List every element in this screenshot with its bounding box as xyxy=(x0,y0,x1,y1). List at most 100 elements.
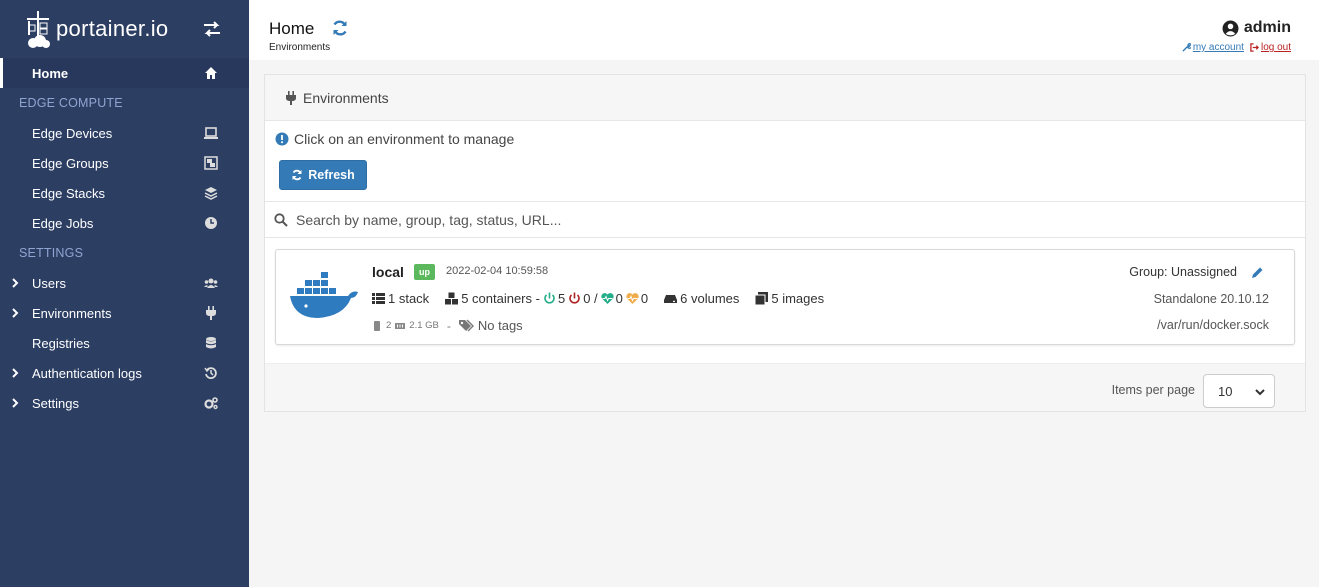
users-icon xyxy=(204,278,218,288)
plug-icon xyxy=(206,306,216,320)
sidebar-item-authentication-logs[interactable]: Authentication logs xyxy=(0,358,249,388)
clock-icon xyxy=(205,217,217,229)
search-bar xyxy=(265,201,1305,238)
unhealthy-stat: 0 xyxy=(626,291,648,306)
search-input[interactable] xyxy=(296,211,1196,228)
status-badge: up xyxy=(414,264,435,280)
sidebar-item-label: Home xyxy=(32,65,69,81)
page-title: Home xyxy=(269,19,315,38)
sidebar-item-label: Authentication logs xyxy=(32,365,142,381)
history-icon xyxy=(204,367,217,379)
username: admin xyxy=(1243,19,1291,36)
refresh-icon xyxy=(292,169,302,181)
volumes-stat: 6 volumes xyxy=(664,291,739,306)
environment-name: local xyxy=(372,264,404,280)
layers-icon xyxy=(204,187,218,200)
power-off-icon xyxy=(569,292,580,304)
sidebar-header-settings: SETTINGS xyxy=(19,246,84,260)
home-icon xyxy=(205,67,217,79)
sidebar-item-label: Environments xyxy=(32,305,112,321)
sidebar-item-users[interactable]: Users xyxy=(0,268,249,298)
chevron-right-icon xyxy=(12,278,19,288)
tags: No tags xyxy=(458,318,523,333)
tags-icon xyxy=(458,319,474,332)
sidebar-item-edge-devices[interactable]: Edge Devices xyxy=(0,118,249,148)
object-group-icon xyxy=(204,156,218,170)
sidebar-item-label: Users xyxy=(32,275,66,291)
cpu-count: 2 xyxy=(386,320,392,331)
running-count: 5 xyxy=(557,291,566,306)
swap-arrows-icon[interactable] xyxy=(202,20,222,38)
environment-stats: 1 stack 5 containers - 5 0 / 0 0 6 volum… xyxy=(372,291,840,306)
sidebar-item-settings[interactable]: Settings xyxy=(0,388,249,418)
top-header: Home Environments admin my account log o… xyxy=(249,0,1319,60)
chevron-right-icon xyxy=(12,308,19,318)
refresh-icon[interactable] xyxy=(331,19,349,37)
environments-panel: Environments Click on an environment to … xyxy=(264,74,1306,412)
wrench-icon xyxy=(1182,43,1191,52)
heartbeat-icon xyxy=(626,293,639,304)
volumes-count: 6 volumes xyxy=(680,291,740,306)
images-count: 5 images xyxy=(771,291,825,306)
environment-group: Group: Unassigned xyxy=(1129,265,1264,279)
containers-stat: 5 containers - 5 0 / 0 0 xyxy=(445,291,648,306)
user-menu: admin xyxy=(1222,19,1291,37)
items-per-page-select[interactable]: 10 xyxy=(1203,374,1275,408)
info-text: Click on an environment to manage xyxy=(294,131,515,147)
containers-count: 5 containers - xyxy=(461,291,540,306)
running-stat: 5 xyxy=(543,291,565,306)
search-icon xyxy=(274,212,288,227)
sidebar-item-edge-stacks[interactable]: Edge Stacks xyxy=(0,178,249,208)
sidebar-item-label: Edge Jobs xyxy=(32,215,94,231)
sidebar-item-edge-jobs[interactable]: Edge Jobs xyxy=(0,208,249,238)
brand-name: portainer.io xyxy=(56,16,169,41)
log-out-link[interactable]: log out xyxy=(1250,42,1291,53)
environment-timestamp: 2022-02-04 10:59:58 xyxy=(446,265,549,277)
brand[interactable]: portainer.io xyxy=(0,0,249,58)
clone-icon xyxy=(755,292,769,305)
meta-separator: - xyxy=(446,318,451,333)
user-links: my account log out xyxy=(1182,42,1291,53)
healthy-count: 0 xyxy=(615,291,623,306)
sidebar-item-home[interactable]: Home xyxy=(0,58,249,88)
healthy-stat: 0 xyxy=(601,291,623,306)
chevron-right-icon xyxy=(12,398,19,408)
sidebar-item-environments[interactable]: Environments xyxy=(0,298,249,328)
sidebar-item-label: Edge Stacks xyxy=(32,185,105,201)
sidebar-item-registries[interactable]: Registries xyxy=(0,328,249,358)
sign-out-icon xyxy=(1250,43,1259,52)
sidebar-item-label: Settings xyxy=(32,395,79,411)
chevron-right-icon xyxy=(12,368,19,378)
laptop-icon xyxy=(204,127,218,139)
environment-item-local[interactable]: local up 2022-02-04 10:59:58 1 stack 5 c… xyxy=(275,249,1295,345)
stopped-stat: 0 / xyxy=(568,291,598,306)
images-stat: 5 images xyxy=(755,291,824,306)
refresh-button[interactable]: Refresh xyxy=(279,160,367,190)
cubes-icon xyxy=(445,292,459,305)
user-circle-icon xyxy=(1222,20,1239,36)
tags-text: No tags xyxy=(477,318,523,333)
group-text: Group: Unassigned xyxy=(1129,265,1237,279)
th-list-icon xyxy=(372,293,385,304)
chevron-down-icon xyxy=(1255,389,1265,396)
pencil-icon[interactable] xyxy=(1251,266,1264,279)
heartbeat-icon xyxy=(601,293,614,304)
breadcrumb: Environments xyxy=(269,42,331,53)
sidebar-item-edge-groups[interactable]: Edge Groups xyxy=(0,148,249,178)
my-account-link[interactable]: my account xyxy=(1182,42,1244,53)
stacks-stat: 1 stack xyxy=(372,291,429,306)
stopped-count: 0 / xyxy=(583,291,598,306)
my-account-label: my account xyxy=(1192,42,1244,53)
plug-icon xyxy=(286,90,296,105)
panel-heading: Environments xyxy=(265,75,1305,121)
docker-logo-icon xyxy=(290,272,358,318)
items-per-page-value: 10 xyxy=(1218,383,1233,399)
unhealthy-count: 0 xyxy=(640,291,649,306)
environment-meta: 2 2.1 GB - No tags xyxy=(372,318,523,333)
environment-url: /var/run/docker.sock xyxy=(1157,318,1269,332)
log-out-label: log out xyxy=(1260,42,1291,53)
environment-version: Standalone 20.10.12 xyxy=(1153,292,1269,306)
hdd-icon xyxy=(664,295,678,303)
info-message: Click on an environment to manage xyxy=(275,131,514,147)
cogs-icon xyxy=(204,397,218,410)
